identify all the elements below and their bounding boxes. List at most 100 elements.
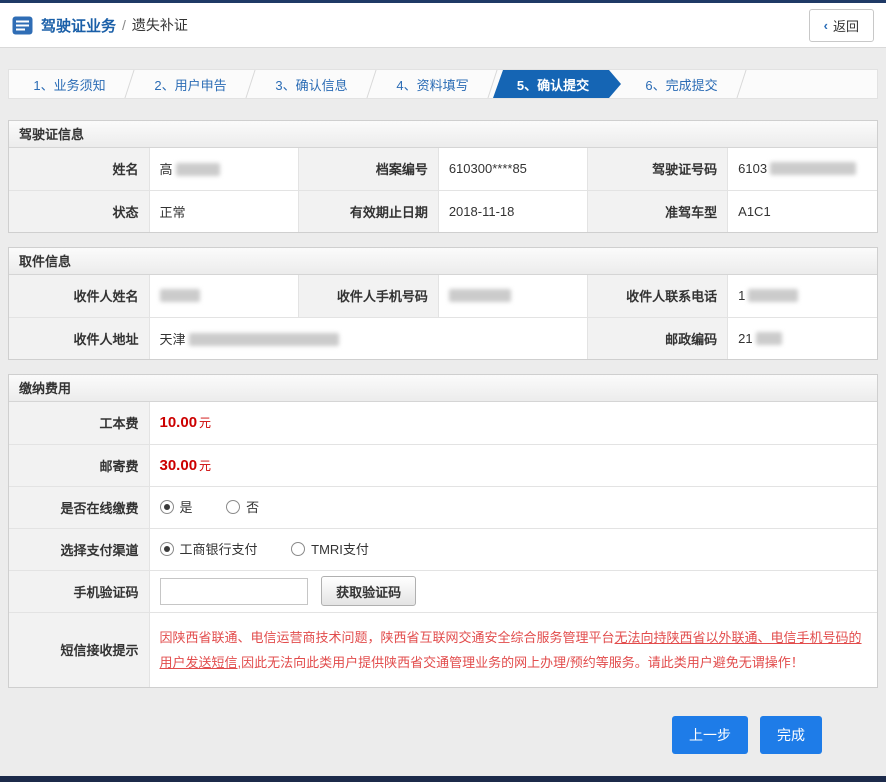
channel-tmri-radio[interactable]: TMRI支付	[291, 539, 369, 558]
step-bar-filler	[742, 70, 877, 98]
address-label: 收件人地址	[9, 317, 149, 359]
redacted-postcode	[756, 332, 782, 345]
table-row: 是否在线缴费 是 否	[9, 486, 877, 528]
radio-checked-icon	[160, 500, 174, 514]
file-no-label: 档案编号	[298, 148, 438, 190]
address-text: 天津	[160, 332, 186, 347]
pay-channel-label: 选择支付渠道	[9, 528, 149, 570]
channel-tmri-label: TMRI支付	[311, 539, 369, 558]
step-5-confirm-submit-active: 5、确认提交	[493, 70, 621, 98]
pickup-section-title: 取件信息	[9, 248, 877, 275]
online-pay-no-label: 否	[246, 497, 259, 516]
sms-notice-label: 短信接收提示	[9, 612, 149, 687]
fees-table: 工本费 10.00元 邮寄费 30.00元 是否在线缴费 是 否	[9, 402, 877, 687]
title-separator: /	[122, 17, 126, 33]
mail-fee-unit: 元	[199, 459, 211, 473]
fees-section: 缴纳费用 工本费 10.00元 邮寄费 30.00元 是否在线缴费 是	[8, 374, 878, 688]
step-6-finish-submit: 6、完成提交	[621, 70, 742, 98]
online-pay-options: 是 否	[149, 486, 877, 528]
notice-part1: 因陕西省联通、电信运营商技术问题，陕西省互联网交通安全综合服务管理平台	[160, 630, 615, 645]
sms-notice-text: 因陕西省联通、电信运营商技术问题，陕西省互联网交通安全综合服务管理平台无法向持陕…	[160, 630, 862, 670]
pickup-info-section: 取件信息 收件人姓名 收件人手机号码 收件人联系电话 1 收件人地址 天津 邮政…	[8, 247, 878, 360]
radio-checked-icon	[160, 542, 174, 556]
recipient-tel-text: 1	[738, 288, 745, 303]
production-fee-amount: 10.00	[160, 414, 198, 431]
name-label: 姓名	[9, 148, 149, 190]
mail-fee-label: 邮寄费	[9, 444, 149, 486]
redacted-recipient-mobile	[449, 289, 511, 302]
table-row: 短信接收提示 因陕西省联通、电信运营商技术问题，陕西省互联网交通安全综合服务管理…	[9, 612, 877, 687]
step-1-label: 1、业务须知	[33, 75, 105, 94]
production-fee-label: 工本费	[9, 402, 149, 444]
recipient-mobile-label: 收件人手机号码	[298, 275, 438, 317]
table-row: 收件人地址 天津 邮政编码 21	[9, 317, 877, 359]
status-text: 正常	[160, 205, 186, 220]
form-list-icon	[12, 16, 33, 35]
recipient-mobile-value	[438, 275, 587, 317]
license-section-title: 驾驶证信息	[9, 121, 877, 148]
header: 驾驶证业务 / 遗失补证 ‹ 返回	[0, 3, 886, 48]
fees-section-title: 缴纳费用	[9, 375, 877, 402]
step-4-label: 4、资料填写	[396, 75, 468, 94]
address-value: 天津	[149, 317, 588, 359]
redacted-recipient-name	[160, 289, 200, 302]
file-no-value: 610300****85	[438, 148, 587, 190]
postcode-label: 邮政编码	[588, 317, 728, 359]
step-1-business-notice: 1、业务须知	[9, 70, 130, 98]
vehicle-type-text: A1C1	[738, 204, 771, 219]
step-3-confirm-info: 3、确认信息	[251, 70, 372, 98]
mail-fee-amount: 30.00	[160, 457, 198, 474]
license-no-text: 6103	[738, 161, 767, 176]
license-info-section: 驾驶证信息 姓名 高 档案编号 610300****85 驾驶证号码 6103 …	[8, 120, 878, 233]
step-2-label: 2、用户申告	[154, 75, 226, 94]
step-3-label: 3、确认信息	[275, 75, 347, 94]
online-pay-yes-label: 是	[180, 497, 193, 516]
table-row: 收件人姓名 收件人手机号码 收件人联系电话 1	[9, 275, 877, 317]
name-text: 高	[160, 162, 173, 177]
pay-channel-options: 工商银行支付 TMRI支付	[149, 528, 877, 570]
step-2-user-declaration: 2、用户申告	[130, 70, 251, 98]
online-pay-no-radio[interactable]: 否	[226, 497, 259, 516]
table-row: 状态 正常 有效期止日期 2018-11-18 准驾车型 A1C1	[9, 190, 877, 232]
finish-button[interactable]: 完成	[760, 716, 822, 754]
status-value: 正常	[149, 190, 298, 232]
expiry-text: 2018-11-18	[449, 204, 515, 219]
license-info-table: 姓名 高 档案编号 610300****85 驾驶证号码 6103 状态 正常 …	[9, 148, 877, 232]
table-row: 选择支付渠道 工商银行支付 TMRI支付	[9, 528, 877, 570]
production-fee-value: 10.00元	[149, 402, 877, 444]
redacted-license-no	[770, 162, 856, 175]
page-subtitle: 遗失补证	[132, 15, 188, 35]
back-button[interactable]: ‹ 返回	[809, 9, 874, 42]
radio-unchecked-icon	[291, 542, 305, 556]
radio-unchecked-icon	[226, 500, 240, 514]
mail-fee-value: 30.00元	[149, 444, 877, 486]
vehicle-type-label: 准驾车型	[588, 190, 728, 232]
online-pay-yes-radio[interactable]: 是	[160, 497, 193, 516]
step-4-fill-material: 4、资料填写	[372, 70, 493, 98]
file-no-text: 610300****85	[449, 161, 527, 176]
step-5-label: 5、确认提交	[517, 75, 589, 94]
redacted-recipient-tel	[748, 289, 798, 302]
page-title: 驾驶证业务	[41, 15, 116, 36]
sms-notice-value: 因陕西省联通、电信运营商技术问题，陕西省互联网交通安全综合服务管理平台无法向持陕…	[149, 612, 877, 687]
postcode-value: 21	[728, 317, 877, 359]
sms-code-input[interactable]	[160, 578, 308, 605]
name-value: 高	[149, 148, 298, 190]
chevron-left-icon: ‹	[824, 19, 828, 32]
step-6-label: 6、完成提交	[645, 75, 717, 94]
previous-step-button[interactable]: 上一步	[672, 716, 748, 754]
expiry-label: 有效期止日期	[298, 190, 438, 232]
recipient-name-label: 收件人姓名	[9, 275, 149, 317]
table-row: 手机验证码 获取验证码	[9, 570, 877, 612]
table-row: 工本费 10.00元	[9, 402, 877, 444]
redacted-address	[189, 333, 339, 346]
redacted-name	[176, 163, 220, 176]
production-fee-unit: 元	[199, 416, 211, 430]
channel-icbc-radio[interactable]: 工商银行支付	[160, 539, 258, 558]
sms-code-label: 手机验证码	[9, 570, 149, 612]
recipient-name-value	[149, 275, 298, 317]
form-actions: 上一步 完成	[0, 702, 886, 770]
get-code-button[interactable]: 获取验证码	[321, 576, 416, 606]
wizard-step-bar: 1、业务须知 2、用户申告 3、确认信息 4、资料填写 5、确认提交 6、完成提…	[8, 69, 878, 99]
online-pay-label: 是否在线缴费	[9, 486, 149, 528]
